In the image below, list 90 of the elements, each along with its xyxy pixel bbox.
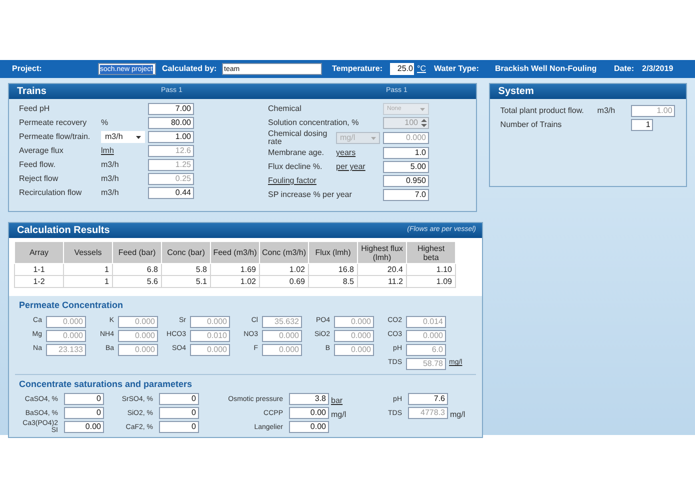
unit-label: m3/h: [101, 159, 119, 171]
table-cell: 1-2: [14, 276, 64, 288]
field-label: Water Type:: [434, 63, 480, 75]
date-value: 2/3/2019: [642, 63, 674, 75]
value-field[interactable]: 7.00: [148, 103, 194, 115]
field-label: Number of Trains: [500, 119, 563, 131]
unit-select[interactable]: m3/h: [101, 131, 145, 143]
unit-label: m3/h: [101, 187, 119, 199]
value-field[interactable]: 0.00: [64, 421, 104, 433]
column-header: Feed (bar): [112, 242, 162, 264]
table-cell: 1: [64, 276, 112, 288]
table-cell: 1.69: [210, 264, 260, 276]
value-field[interactable]: 0: [159, 407, 199, 419]
unit-link[interactable]: per year: [336, 161, 366, 173]
value-field[interactable]: 0: [64, 393, 104, 405]
table-cell: 1: [64, 264, 112, 276]
value-field[interactable]: 0.00: [289, 421, 329, 433]
field-label: Date:: [614, 63, 636, 75]
column-header: Array: [14, 242, 64, 264]
unit-label: m3/h: [597, 105, 616, 117]
field-label: Project:: [12, 63, 43, 75]
field-label: Membrane age.: [268, 148, 324, 157]
table-cell: 1-1: [14, 264, 64, 276]
value-field[interactable]: 5.00: [383, 161, 429, 173]
caret-icon: [420, 108, 425, 110]
table-cell: 5.8: [162, 264, 210, 276]
field-label: Permeate recovery: [19, 118, 87, 127]
table-cell: 0.69: [260, 276, 308, 288]
field-label: Average flux: [19, 146, 64, 155]
value-field[interactable]: 0.950: [383, 175, 429, 187]
unit-label: mg/l: [450, 410, 466, 419]
unit-link[interactable]: °C: [417, 63, 431, 75]
value-field[interactable]: 0: [159, 421, 199, 433]
value-field[interactable]: 0: [64, 407, 104, 419]
field-label: Permeate flow/train.: [19, 132, 90, 141]
value-field[interactable]: 7.0: [383, 189, 429, 201]
unit-label: %: [101, 117, 108, 129]
table-cell: 1.02: [260, 264, 308, 276]
unit-link[interactable]: bar: [331, 396, 343, 405]
value-field[interactable]: 1.00: [148, 131, 194, 143]
table-cell: 20.4: [358, 264, 406, 276]
field-label: Total plant product flow.: [500, 105, 585, 117]
column-header: Flux (lmh): [308, 242, 358, 264]
column-header: Highest beta: [406, 242, 456, 264]
field-label: Chemical dosing rate: [268, 129, 328, 146]
table-cell: 1.10: [406, 264, 456, 276]
label-link[interactable]: Fouling factor: [268, 176, 316, 185]
field-label: Solution concentration, %: [268, 118, 359, 127]
panel-title: Calculation Results: [17, 224, 110, 238]
field-label: Feed flow.: [19, 160, 56, 169]
field-label: Flux decline %.: [268, 162, 322, 171]
section-title: Permeate Concentration: [19, 299, 124, 312]
value-field[interactable]: 7.6: [408, 393, 448, 405]
table-cell: 6.8: [112, 264, 162, 276]
caret-icon: [371, 136, 376, 140]
field-label: SP increase % per year: [268, 190, 352, 199]
table-cell: 1.02: [210, 276, 260, 288]
column-header: Highest flux (lmh): [358, 242, 406, 264]
table-cell: 16.8: [308, 264, 358, 276]
temperature-field[interactable]: 25.0: [390, 63, 414, 75]
column-header: Vessels: [64, 242, 112, 264]
table-cell: 11.2: [358, 276, 406, 288]
unit-link[interactable]: years: [336, 147, 356, 159]
value-field[interactable]: 3.8: [289, 393, 329, 405]
column-header: Conc (bar): [162, 242, 210, 264]
field-label: Reject flow: [19, 174, 58, 183]
value-field[interactable]: 1: [631, 119, 654, 131]
value-field[interactable]: 80.00: [148, 117, 194, 129]
field-label: Chemical: [268, 104, 302, 113]
caret-icon: [136, 136, 141, 138]
table-cell: 1.09: [406, 276, 456, 288]
value-field[interactable]: 0: [159, 393, 199, 405]
value-field[interactable]: 0.44: [148, 187, 194, 199]
value-field[interactable]: 1.0: [383, 147, 429, 159]
section-title: Concentrate saturations and parameters: [19, 378, 194, 391]
value-field[interactable]: 0.00: [289, 407, 329, 419]
panel-title: Trains: [17, 85, 46, 99]
water-type-value: Brackish Well Non-Fouling: [495, 63, 598, 75]
field-label: Temperature:: [332, 63, 384, 75]
column-header: Conc (m3/h): [260, 242, 308, 264]
table-cell: 5.6: [112, 276, 162, 288]
field-label: Feed pH: [19, 104, 50, 113]
table-cell: 5.1: [162, 276, 210, 288]
field-label: Recirculation flow: [19, 188, 82, 197]
column-header: Feed (m3/h): [210, 242, 260, 264]
panel-title: System: [498, 85, 534, 99]
table-cell: 8.5: [308, 276, 358, 288]
field-label: Calculated by:: [162, 63, 218, 75]
unit-label: m3/h: [101, 173, 119, 185]
unit-label: mg/l: [331, 410, 346, 419]
